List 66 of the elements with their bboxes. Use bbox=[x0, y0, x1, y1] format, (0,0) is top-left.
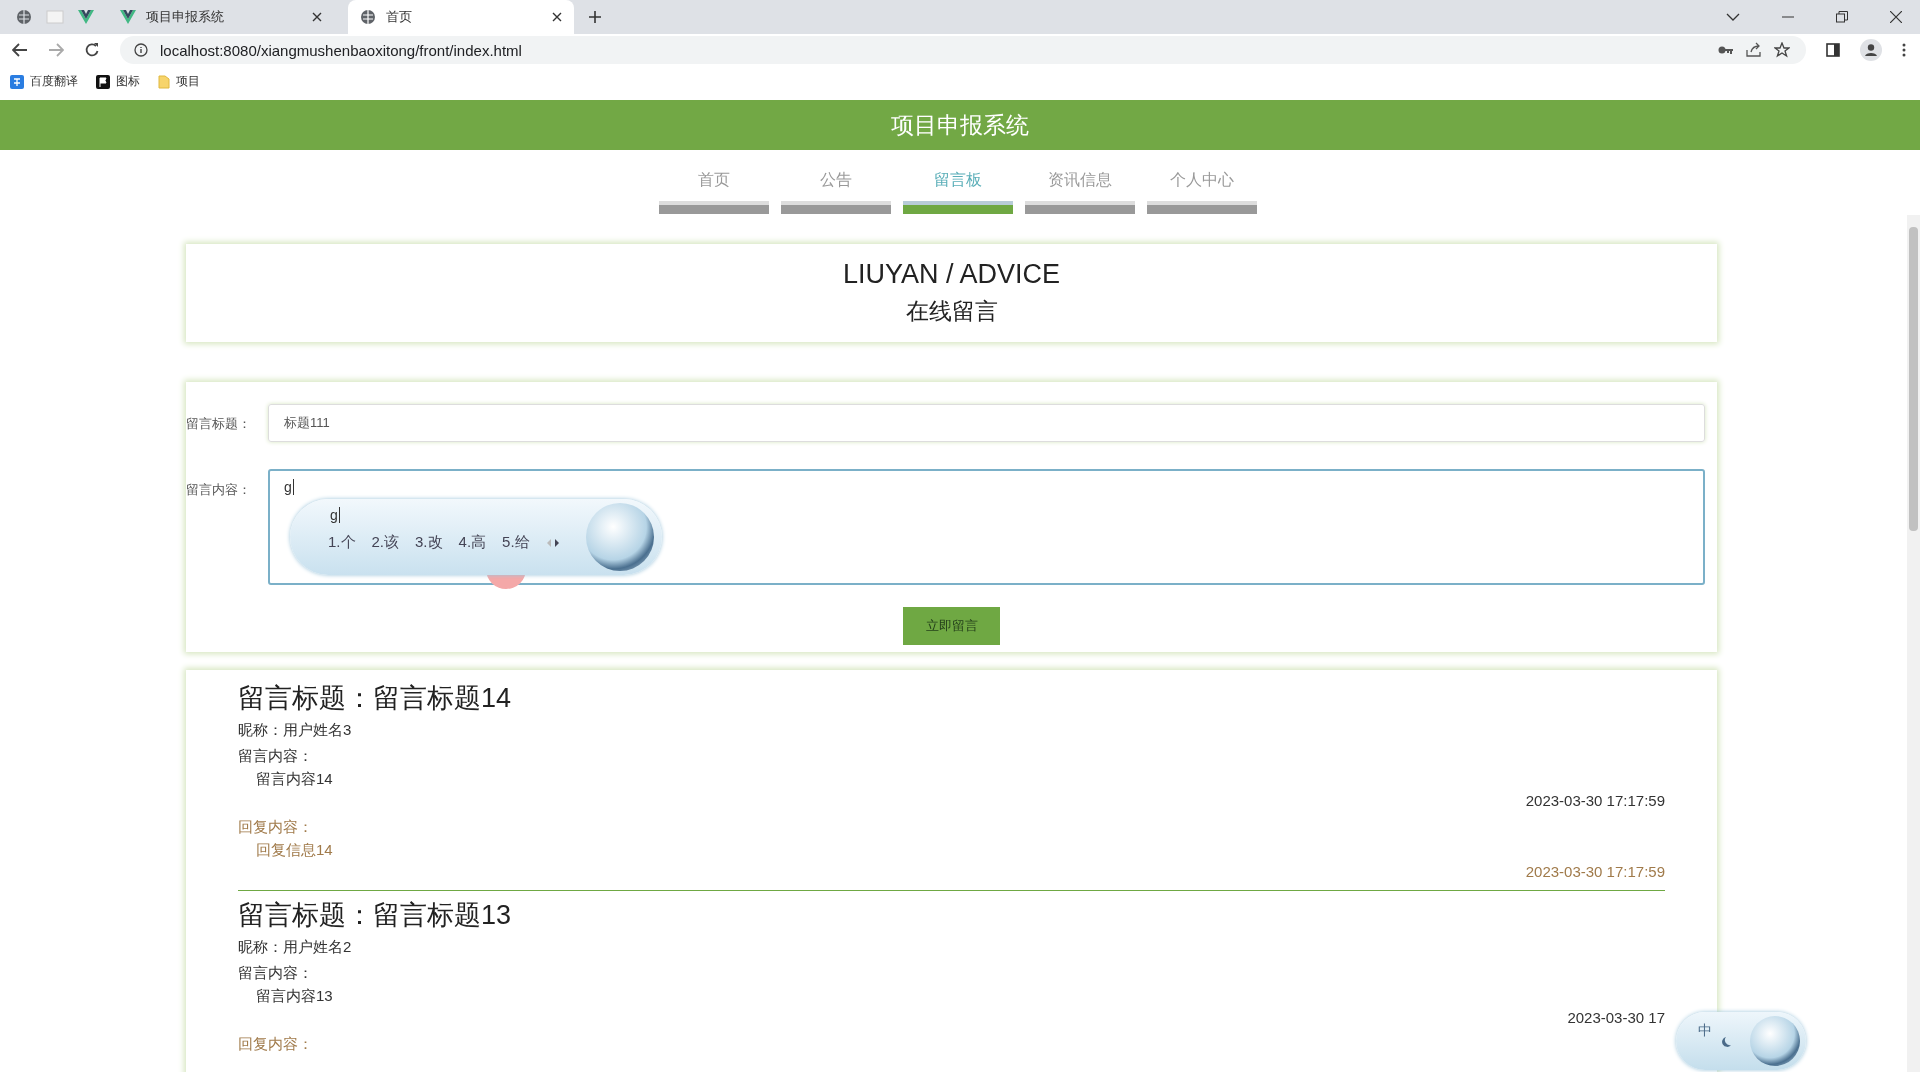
message-time: 2023-03-30 17 bbox=[1567, 1008, 1665, 1028]
ime-candidate[interactable]: 3.改 bbox=[415, 533, 443, 552]
ime-orb-drawing bbox=[586, 503, 654, 571]
scrollbar-thumb[interactable] bbox=[1909, 227, 1918, 531]
folder-icon bbox=[158, 74, 170, 89]
scrollbar[interactable] bbox=[1907, 215, 1920, 1072]
bookmark[interactable]: 项目 bbox=[158, 73, 200, 90]
content-label: 留言内容： bbox=[238, 963, 314, 983]
ime-composition: g bbox=[330, 507, 340, 523]
ime-candidate[interactable]: 2.该 bbox=[371, 533, 400, 552]
browser-tab[interactable]: 首页 bbox=[348, 0, 574, 34]
ime-candidate[interactable]: 5.给 bbox=[502, 533, 530, 552]
translate-icon bbox=[10, 74, 24, 89]
browser-tab[interactable]: 项目申报系统 bbox=[108, 0, 334, 34]
reply-label: 回复内容： bbox=[238, 1034, 314, 1054]
back-arrow-icon[interactable] bbox=[12, 43, 28, 57]
nickname: 昵称：用户姓名2 bbox=[238, 937, 353, 957]
restore-icon[interactable] bbox=[1836, 11, 1848, 23]
reply-label: 回复内容： bbox=[238, 817, 314, 837]
reload-icon[interactable] bbox=[84, 42, 100, 58]
site-title: 项目申报系统 bbox=[891, 110, 1029, 140]
ime-candidate[interactable]: 1.个 bbox=[328, 533, 356, 552]
url-text: localhost:8080/xiangmushenbaoxitong/front/index.html bbox=[160, 41, 522, 59]
close-icon[interactable] bbox=[312, 12, 322, 22]
banner-subtitle: 在线留言 bbox=[905, 297, 998, 326]
close-icon[interactable] bbox=[552, 12, 562, 22]
bookmark[interactable]: 百度翻译 bbox=[10, 73, 78, 90]
globe-icon bbox=[360, 9, 376, 25]
field-label: 留言标题： bbox=[186, 415, 252, 433]
title-input-field[interactable]: 标题111 bbox=[268, 404, 1705, 442]
profile-icon[interactable] bbox=[1860, 39, 1882, 61]
reply-content: 回复信息14 bbox=[256, 840, 333, 860]
message-content: 留言内容13 bbox=[256, 986, 333, 1006]
ime-candidate[interactable]: 4.高 bbox=[458, 533, 487, 552]
field-label: 留言内容： bbox=[186, 481, 252, 499]
star-icon[interactable] bbox=[1774, 42, 1790, 58]
reply-time: 2023-03-30 17:17:59 bbox=[1525, 862, 1665, 882]
ime-orb-drawing bbox=[1750, 1016, 1800, 1066]
key-icon[interactable] bbox=[1718, 45, 1734, 55]
tab-title: 首页 bbox=[386, 8, 413, 26]
page-arrows-icon[interactable] bbox=[545, 537, 560, 548]
message-time: 2023-03-30 17:17:59 bbox=[1525, 791, 1665, 811]
v-logo-icon[interactable] bbox=[78, 10, 94, 24]
address-bar[interactable]: localhost:8080/xiangmushenbaoxitong/front/index.html bbox=[120, 36, 1806, 64]
message-content: 留言内容14 bbox=[256, 769, 333, 789]
chevron-down-icon[interactable] bbox=[1726, 12, 1740, 22]
bookmark[interactable]: 图标 bbox=[96, 73, 140, 90]
side-panel-icon[interactable] bbox=[1826, 43, 1840, 57]
more-vertical-icon[interactable] bbox=[1902, 43, 1906, 57]
share-icon[interactable] bbox=[1746, 42, 1762, 58]
moon-icon bbox=[1722, 1036, 1732, 1048]
ime-status-widget[interactable]: 中 bbox=[1676, 1012, 1806, 1070]
flag-icon bbox=[96, 74, 110, 89]
v-logo-icon bbox=[120, 10, 136, 24]
plus-icon[interactable] bbox=[588, 10, 602, 24]
banner-title: LIUYAN / ADVICE bbox=[842, 259, 1061, 290]
ime-mode: 中 bbox=[1698, 1022, 1712, 1040]
info-icon bbox=[134, 43, 148, 57]
nickname: 昵称：用户姓名3 bbox=[238, 720, 353, 740]
message-title: 留言标题：留言标题13 bbox=[238, 899, 513, 932]
submit-button[interactable]: 立即留言 bbox=[903, 607, 1000, 645]
tab-title: 项目申报系统 bbox=[146, 8, 225, 26]
message-title: 留言标题：留言标题14 bbox=[238, 682, 513, 715]
globe-icon[interactable] bbox=[16, 9, 32, 25]
content-label: 留言内容： bbox=[238, 746, 314, 766]
close-icon[interactable] bbox=[1890, 11, 1902, 23]
